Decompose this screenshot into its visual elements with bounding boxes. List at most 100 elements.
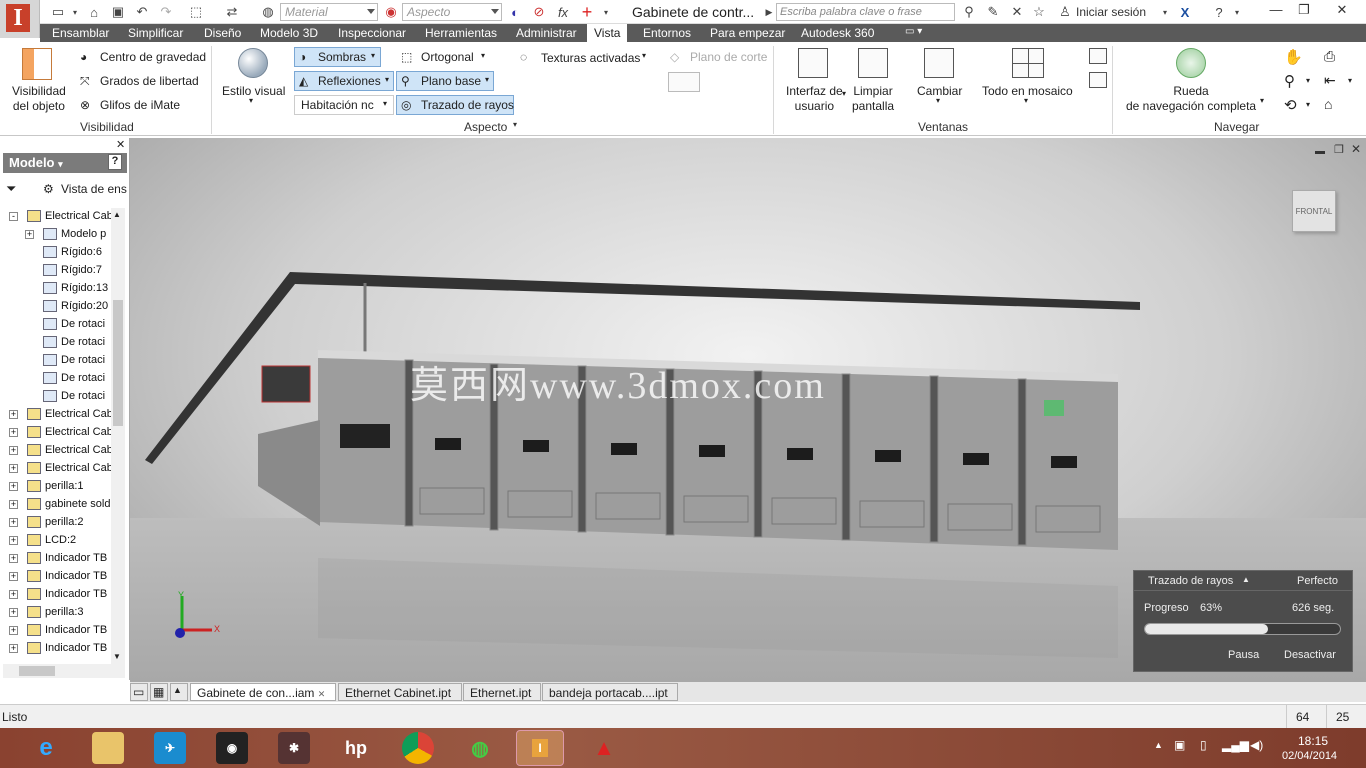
tile-dropdown-icon[interactable]: ▾ — [1024, 96, 1028, 105]
scroll-up-icon[interactable]: ▲ — [113, 210, 121, 219]
center-of-gravity-button[interactable]: Centro de gravedad — [100, 50, 206, 64]
tree-expand-icon[interactable]: + — [9, 500, 18, 509]
filter-icon[interactable]: ⏷ — [6, 181, 16, 197]
new-icon[interactable]: ▭ — [48, 3, 68, 21]
shadows-dropdown-icon[interactable]: ▾ — [371, 51, 375, 60]
tab-simplificar[interactable]: Simplificar — [128, 26, 183, 40]
visual-style-dropdown-icon[interactable]: ▾ — [249, 96, 253, 105]
cascade-icon[interactable] — [1089, 48, 1107, 64]
tab-bandeja[interactable]: bandeja portacab....ipt — [542, 683, 678, 701]
tree-expand-icon[interactable]: + — [9, 536, 18, 545]
material-select[interactable]: Material — [280, 3, 378, 21]
media-app-icon[interactable]: ◉ — [216, 732, 248, 764]
assembly-view-label[interactable]: Vista de ens — [61, 182, 127, 196]
steering-wheel-icon[interactable] — [1176, 48, 1206, 78]
signin-dropdown-icon[interactable]: ▾ — [1160, 3, 1170, 21]
reflections-dropdown-icon[interactable]: ▾ — [385, 75, 389, 84]
dof-button[interactable]: Grados de libertad — [100, 74, 199, 88]
tree-expand-icon[interactable]: - — [9, 212, 18, 221]
star-icon[interactable]: ☆ — [1030, 3, 1048, 21]
ie-icon[interactable]: e — [30, 732, 62, 764]
ribbon-options-icon[interactable]: ▭ ▾ — [905, 26, 922, 37]
grid-tabs-icon[interactable]: ▦ — [150, 683, 168, 701]
viewport-minimize-icon[interactable]: ▬ — [1315, 146, 1325, 157]
battery-icon[interactable]: ▯ — [1200, 738, 1207, 752]
file-explorer-icon[interactable] — [92, 732, 124, 764]
download-manager-icon[interactable]: ◍ — [464, 732, 496, 764]
tray-expand-icon[interactable]: ▲ — [1154, 740, 1163, 750]
qat-dropdown-icon[interactable]: ▾ — [600, 3, 612, 21]
signin-link[interactable]: Iniciar sesión — [1076, 5, 1146, 19]
switch-window-icon[interactable] — [924, 48, 954, 78]
user-icon[interactable]: ♙ — [1056, 3, 1074, 21]
graphics-viewport[interactable]: 莫西网www.3dmox.com ▬ ❐ ✕ FRONTAL Y X Traza… — [130, 138, 1366, 682]
browser-vertical-scrollbar[interactable]: ▲ ▼ — [111, 208, 125, 664]
clock-date[interactable]: 02/04/2014 — [1282, 750, 1337, 762]
browser-close-icon[interactable]: ✕ — [116, 138, 125, 151]
ray-tracing-collapse-icon[interactable]: ▲ — [1242, 575, 1250, 584]
ground-plane-dropdown-icon[interactable]: ▾ — [485, 75, 489, 84]
view-dropdown-icon[interactable]: ▾ — [1348, 76, 1352, 85]
hscroll-thumb[interactable] — [19, 666, 55, 676]
scroll-down-icon[interactable]: ▼ — [113, 652, 121, 661]
tile-tabs-icon[interactable]: ▭ — [130, 683, 148, 701]
section-plane-button[interactable]: Plano de corte — [690, 50, 767, 64]
tab-gabinete[interactable]: Gabinete de con...iam ✕ — [190, 683, 336, 701]
subscription-icon[interactable]: ✕ — [1008, 3, 1026, 21]
aspecto-expand-icon[interactable]: ▾ — [513, 120, 517, 129]
clear-icon[interactable]: ⊘ — [530, 3, 548, 21]
view-face-icon[interactable]: ⎙ — [1324, 48, 1335, 65]
inventor-taskbar-button[interactable]: I — [516, 730, 564, 766]
browser-help-icon[interactable]: ? — [108, 154, 122, 170]
hp-icon[interactable]: hp — [340, 732, 372, 764]
switch-dropdown-icon[interactable]: ▾ — [936, 96, 940, 105]
appearance-select[interactable]: Aspecto — [402, 3, 502, 21]
tree-expand-icon[interactable]: + — [25, 230, 34, 239]
app-rocket-icon[interactable]: ✈ — [154, 732, 186, 764]
open-icon[interactable]: ⌂ — [84, 3, 104, 21]
tab-inspeccionar[interactable]: Inspeccionar — [338, 26, 406, 40]
volume-icon[interactable]: ◀) — [1250, 738, 1263, 752]
zoom-dropdown-icon[interactable]: ▾ — [1306, 76, 1310, 85]
tree-expand-icon[interactable]: + — [9, 518, 18, 527]
help-icon[interactable]: ? — [1210, 3, 1228, 21]
tree-expand-icon[interactable]: + — [9, 410, 18, 419]
tree-expand-icon[interactable]: + — [9, 572, 18, 581]
textures-button[interactable]: Texturas activadas — [541, 51, 640, 65]
maximize-icon[interactable]: ❐ — [1290, 2, 1318, 20]
viewcube[interactable]: FRONTAL — [1292, 190, 1336, 232]
room-select[interactable]: Habitación nc ▾ — [294, 95, 394, 115]
tab-close-icon[interactable]: ✕ — [318, 689, 326, 699]
textures-dropdown-icon[interactable]: ▾ — [642, 51, 646, 60]
fx-icon[interactable]: fx — [554, 3, 572, 21]
tab-autodesk360[interactable]: Autodesk 360 — [801, 26, 874, 40]
tab-entornos[interactable]: Entornos — [643, 26, 691, 40]
update-icon[interactable]: ⇄ — [222, 3, 242, 21]
chrome-icon[interactable] — [402, 732, 434, 764]
user-interface-dropdown-icon[interactable]: ▾ — [842, 89, 846, 98]
tab-herramientas[interactable]: Herramientas — [425, 26, 497, 40]
new-dropdown-icon[interactable]: ▾ — [70, 3, 80, 21]
tree-expand-icon[interactable]: + — [9, 464, 18, 473]
clean-screen-icon[interactable] — [858, 48, 888, 78]
search-input[interactable]: Escriba palabra clave o frase — [776, 3, 955, 21]
tree-expand-icon[interactable]: + — [9, 428, 18, 437]
tab-ethernet[interactable]: Ethernet.ipt — [463, 683, 541, 701]
autocad-icon[interactable]: ▲ — [588, 732, 620, 764]
tab-vista[interactable]: Vista — [587, 24, 628, 42]
tree-expand-icon[interactable]: + — [9, 554, 18, 563]
user-interface-button[interactable]: Interfaz de usuario — [786, 84, 843, 114]
help-dropdown-icon[interactable]: ▾ — [1232, 3, 1242, 21]
tab-para-empezar[interactable]: Para empezar — [710, 26, 785, 40]
tab-modelo3d[interactable]: Modelo 3D — [260, 26, 318, 40]
user-interface-icon[interactable] — [798, 48, 828, 78]
globe-icon[interactable]: ◍ — [258, 3, 278, 21]
imate-glyphs-button[interactable]: Glifos de iMate — [100, 98, 180, 112]
previous-view-icon[interactable]: ⇤ — [1324, 72, 1336, 89]
clock-time[interactable]: 18:15 — [1298, 734, 1328, 748]
binoculars-icon[interactable]: ⚲ — [960, 3, 978, 21]
browser-horizontal-scrollbar[interactable] — [3, 664, 125, 678]
tree-expand-icon[interactable]: + — [9, 590, 18, 599]
tabs-menu-icon[interactable]: ▲ — [170, 683, 188, 701]
wheel-dropdown-icon[interactable]: ▾ — [1260, 96, 1264, 105]
